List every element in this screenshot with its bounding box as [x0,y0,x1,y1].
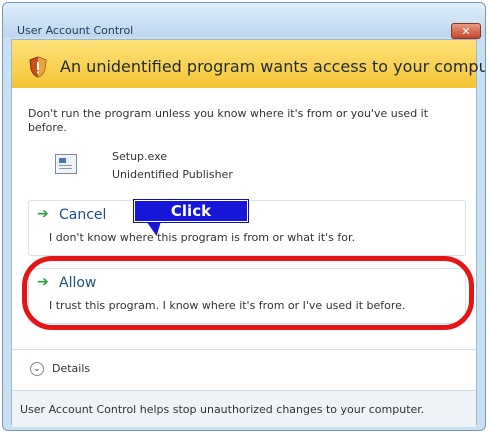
program-icon [55,154,77,174]
green-arrow-icon: ➔ [37,206,49,222]
program-name: Setup.exe [112,150,168,163]
window-title: User Account Control [17,24,134,37]
allow-highlight-ring [22,256,474,330]
click-callout: Click [134,200,248,222]
cancel-option-title: Cancel [59,207,107,223]
divider [12,349,476,350]
dialog-body: An unidentified program wants access to … [11,39,485,427]
cancel-option-description: I don't know where this program is from … [49,231,356,244]
footer-text: User Account Control helps stop unauthor… [20,403,425,416]
details-toggle[interactable]: Details [52,362,90,375]
warning-banner: An unidentified program wants access to … [12,40,485,88]
footer: User Account Control helps stop unauthor… [12,390,476,427]
close-button[interactable]: ✕ [451,23,481,39]
banner-text: An unidentified program wants access to … [60,57,486,76]
uac-shield-icon [29,56,47,78]
program-publisher: Unidentified Publisher [112,168,233,181]
warning-description: Don't run the program unless you know wh… [28,107,429,134]
title-bar: User Account Control ✕ [3,3,485,39]
chevron-down-icon[interactable]: ⌄ [30,362,44,376]
